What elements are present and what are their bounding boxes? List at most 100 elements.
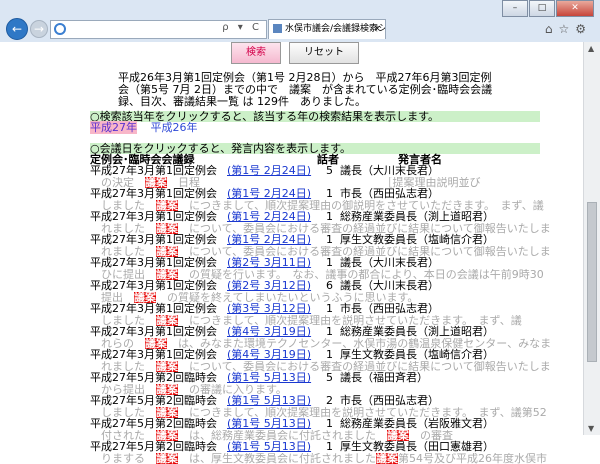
meeting-name: 平成27年5月第2回臨時会 bbox=[90, 372, 217, 384]
meeting-name: 平成27年5月第2回臨時会 bbox=[90, 395, 217, 407]
scroll-down-icon[interactable]: ▼ bbox=[588, 424, 594, 433]
window-controls: – □ ✕ bbox=[501, 0, 594, 17]
gear-icon[interactable]: ⚙ bbox=[575, 22, 592, 36]
speech-count: 5 bbox=[326, 165, 333, 177]
year-link-h26[interactable]: 平成26年 bbox=[151, 121, 198, 134]
meeting-date-link[interactable]: (第1号 5月13日) bbox=[227, 395, 311, 407]
meeting-name: 平成27年3月第1回定例会 bbox=[90, 165, 217, 177]
table-row: 平成27年5月第2回臨時会 (第1号 5月13日) 1 厚生文教委員長（田口憲雄君） bbox=[90, 441, 550, 453]
meeting-name: 平成27年3月第1回定例会 bbox=[90, 326, 217, 338]
snippet-text: りまする 議案 は、厚生文教委員会に付託されました議案第54号及び平成26年度水… bbox=[90, 453, 550, 464]
tab-close-icon[interactable]: × bbox=[373, 20, 381, 38]
table-row: 平成27年3月第1回定例会 (第3号 3月12日) 1 市長（西田弘志君） bbox=[90, 303, 550, 315]
result-summary: 平成26年3月第1回定例会（第1号 2月28日）から 平成27年6月第3回定例会… bbox=[118, 72, 498, 108]
address-controls[interactable]: ρ ▾ C bbox=[222, 22, 262, 33]
speaker-name: 総務産業委員長（岩阪雅文君） bbox=[340, 418, 494, 430]
meeting-date-link[interactable]: (第1号 5月13日) bbox=[227, 372, 311, 384]
meeting-name: 平成27年3月第1回定例会 bbox=[90, 211, 217, 223]
table-row: 平成27年3月第1回定例会 (第1号 2月24日) 1 厚生文教委員長（塩崎信介君） bbox=[90, 234, 550, 246]
scroll-thumb[interactable] bbox=[587, 202, 597, 362]
close-icon[interactable]: ✕ bbox=[556, 0, 594, 17]
meeting-date-link[interactable]: (第4号 3月19日) bbox=[227, 349, 311, 361]
snippet-text: 付された 議案 は、総務産業委員会に付託されました 議案 の審査 bbox=[90, 430, 550, 442]
table-row: 平成27年3月第1回定例会 (第4号 3月19日) 1 厚生文教委員長（塩崎信介君） bbox=[90, 349, 550, 361]
forward-arrow-icon[interactable]: → bbox=[30, 20, 48, 38]
speech-count: 6 bbox=[326, 280, 333, 292]
meeting-name: 平成27年5月第2回臨時会 bbox=[90, 418, 217, 430]
keyword-highlight: 議案 bbox=[387, 430, 409, 442]
meeting-date-link[interactable]: (第4号 3月19日) bbox=[227, 326, 311, 338]
meeting-name: 平成27年5月第2回臨時会 bbox=[90, 441, 217, 453]
table-row: 平成27年5月第2回臨時会 (第1号 5月13日) 2 市長（西田弘志君） bbox=[90, 395, 550, 407]
speech-count: 2 bbox=[326, 395, 333, 407]
speaker-name: 議長（大川末長君） bbox=[340, 165, 439, 177]
table-row: 平成27年3月第1回定例会 (第4号 3月19日) 1 総務産業委員長（渕上道昭君） bbox=[90, 326, 550, 338]
meeting-date-link[interactable]: (第1号 5月13日) bbox=[227, 418, 311, 430]
back-arrow-icon[interactable]: ← bbox=[6, 18, 28, 40]
speaker-name: 市長（西田弘志君） bbox=[340, 188, 439, 200]
reset-button[interactable]: リセット bbox=[289, 42, 359, 64]
address-bar[interactable]: ρ ▾ C bbox=[50, 20, 267, 39]
meeting-name: 平成27年3月第1回定例会 bbox=[90, 280, 217, 292]
speaker-name: 厚生文教委員長（塩崎信介君） bbox=[340, 234, 494, 246]
tab-title: 水俣市議会/会議録検索シ... bbox=[285, 24, 386, 34]
table-row: 平成27年3月第1回定例会 (第1号 2月24日) 1 市長（西田弘志君） bbox=[90, 188, 550, 200]
speaker-name: 厚生文教委員長（塩崎信介君） bbox=[340, 349, 494, 361]
meeting-date-link[interactable]: (第1号 2月24日) bbox=[227, 188, 311, 200]
speaker-name: 市長（西田弘志君） bbox=[340, 395, 439, 407]
table-row: 平成27年3月第1回定例会 (第2号 3月12日) 6 議長（大川末長君） bbox=[90, 280, 550, 292]
speech-count: 5 bbox=[326, 372, 333, 384]
meeting-date-link[interactable]: (第1号 5月13日) bbox=[227, 441, 311, 453]
browser-chrome: – □ ✕ ← → ρ ▾ C 水俣市議会/会議録検索シ... × ⌂☆⚙ bbox=[0, 0, 600, 42]
table-row: 平成27年3月第1回定例会 (第1号 2月24日) 1 総務産業委員長（渕上道昭君） bbox=[90, 211, 550, 223]
speech-count: 1 bbox=[326, 326, 333, 338]
meeting-name: 平成27年3月第1回定例会 bbox=[90, 188, 217, 200]
vertical-scrollbar[interactable]: ▲ ▼ bbox=[583, 42, 600, 435]
minimize-icon[interactable]: – bbox=[502, 0, 528, 17]
ie-logo-icon bbox=[54, 23, 66, 35]
keyword-highlight: 議案 bbox=[156, 453, 178, 464]
keyword-highlight: 議案 bbox=[156, 430, 178, 442]
speech-count: 1 bbox=[326, 188, 333, 200]
meeting-date-link[interactable]: (第3号 3月12日) bbox=[227, 303, 311, 315]
meeting-name: 平成27年3月第1回定例会 bbox=[90, 303, 217, 315]
speech-count: 1 bbox=[326, 349, 333, 361]
browser-tab[interactable]: 水俣市議会/会議録検索シ... × bbox=[268, 19, 386, 39]
page-content: 検索 リセット 平成26年3月第1回定例会（第1号 2月28日）から 平成27年… bbox=[0, 42, 583, 435]
year-link-h27[interactable]: 平成27年 bbox=[90, 121, 137, 134]
speaker-name: 厚生文教委員長（田口憲雄君） bbox=[340, 441, 494, 453]
scroll-up-icon[interactable]: ▲ bbox=[588, 44, 594, 53]
meeting-name: 平成27年3月第1回定例会 bbox=[90, 234, 217, 246]
meeting-date-link[interactable]: (第1号 2月24日) bbox=[227, 234, 311, 246]
speech-count: 1 bbox=[326, 211, 333, 223]
favicon-icon bbox=[273, 24, 282, 33]
meeting-date-link[interactable]: (第1号 2月24日) bbox=[227, 211, 311, 223]
meeting-name: 平成27年3月第1回定例会 bbox=[90, 257, 217, 269]
year-links: 平成27年 平成26年 bbox=[90, 122, 208, 134]
speaker-name: 議長（福田斉君） bbox=[340, 372, 428, 384]
home-icon[interactable]: ⌂ bbox=[545, 22, 559, 36]
meeting-date-link[interactable]: (第2号 3月12日) bbox=[227, 280, 311, 292]
keyword-highlight: 議案 bbox=[376, 453, 398, 464]
speech-count: 1 bbox=[326, 257, 333, 269]
search-button[interactable]: 検索 bbox=[231, 42, 281, 64]
speech-count: 1 bbox=[326, 418, 333, 430]
speaker-name: 総務産業委員長（渕上道昭君） bbox=[340, 211, 494, 223]
meeting-name: 平成27年3月第1回定例会 bbox=[90, 349, 217, 361]
speech-count: 1 bbox=[326, 441, 333, 453]
table-row: 平成27年5月第2回臨時会 (第1号 5月13日) 5 議長（福田斉君） bbox=[90, 372, 550, 384]
toolbar-icons: ⌂☆⚙ bbox=[545, 22, 592, 36]
maximize-icon[interactable]: □ bbox=[529, 0, 555, 17]
speaker-name: 議長（大川末長君） bbox=[340, 257, 439, 269]
speech-count: 1 bbox=[326, 234, 333, 246]
meeting-date-link[interactable]: (第2号 3月11日) bbox=[227, 257, 311, 269]
meeting-date-link[interactable]: (第1号 2月24日) bbox=[227, 165, 311, 177]
table-row: 平成27年5月第2回臨時会 (第1号 5月13日) 1 総務産業委員長（岩阪雅文君） bbox=[90, 418, 550, 430]
speaker-name: 議長（大川末長君） bbox=[340, 280, 439, 292]
table-row: 平成27年3月第1回定例会 (第1号 2月24日) 5 議長（大川末長君） bbox=[90, 165, 550, 177]
results-list: 平成27年3月第1回定例会(第1号 2月24日)5議長（大川末長君） の決定 議… bbox=[90, 165, 550, 464]
speaker-name: 市長（西田弘志君） bbox=[340, 303, 439, 315]
speech-count: 1 bbox=[326, 303, 333, 315]
speaker-name: 総務産業委員長（渕上道昭君） bbox=[340, 326, 494, 338]
star-icon[interactable]: ☆ bbox=[558, 22, 575, 36]
